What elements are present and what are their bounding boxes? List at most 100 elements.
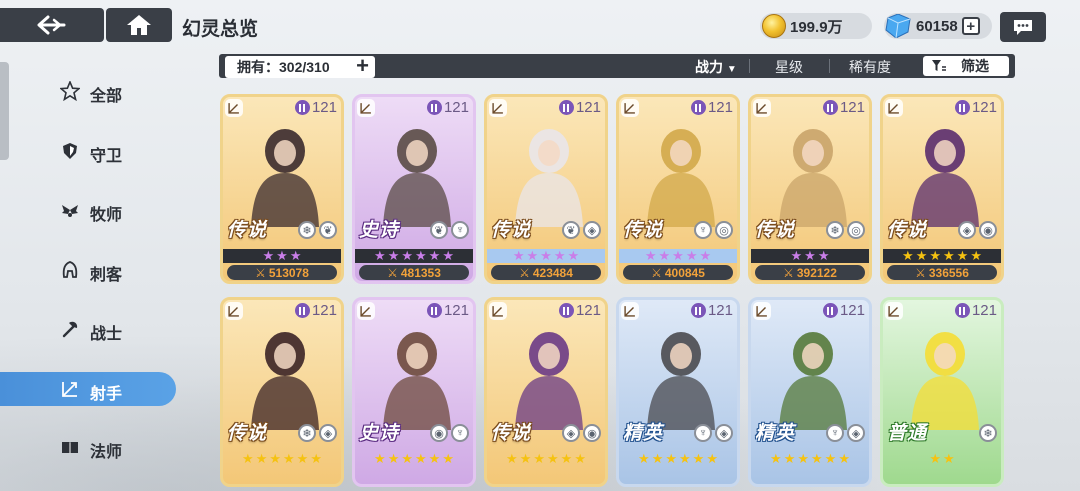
level-cap-icon xyxy=(294,303,310,318)
hero-power-value: 423484 xyxy=(532,265,573,280)
hero-level-value: 121 xyxy=(311,302,337,319)
sidebar-item-label: 守卫 xyxy=(90,148,123,165)
star-icon: ★ xyxy=(519,451,532,466)
hero-card[interactable]: 121 精英 ♆ ◈ ★ ★ ★ ★ ★ ★ xyxy=(748,297,872,487)
filter-funnel-icon xyxy=(932,60,946,71)
void-icon: ◈ xyxy=(715,424,733,442)
hero-affinity-badges: ◈ ◉ xyxy=(958,221,997,239)
hero-portrait xyxy=(759,117,867,227)
sidebar-item-priest[interactable]: 牧师 xyxy=(0,193,176,227)
spiral-icon: ◎ xyxy=(715,221,733,239)
archer-class-icon xyxy=(753,99,771,117)
hero-card[interactable]: 121 传说 ◈ ◉ ★ ★ ★ ★ ★ ★ ⚔ 336556 xyxy=(880,94,1004,284)
void-icon: ◈ xyxy=(319,424,337,442)
sort-desc-caret-icon: ▼ xyxy=(726,64,737,75)
sidebar-item-archer[interactable]: 射手 xyxy=(0,372,176,406)
hero-rarity: 传说 xyxy=(491,220,532,241)
home-button[interactable] xyxy=(106,8,172,42)
star-icon: ★ xyxy=(526,248,539,263)
hero-power-value: 481353 xyxy=(400,265,441,280)
hero-affinity-badges: ❄ ❦ xyxy=(298,221,337,239)
owned-count-text: 拥有：302/310 xyxy=(237,59,330,75)
star-icon: ★ xyxy=(824,451,837,466)
sidebar-item-all[interactable]: 全部 xyxy=(0,74,176,108)
hero-stars: ★ ★ ★ ★ ★ ★ xyxy=(619,452,737,466)
star-icon: ★ xyxy=(679,451,691,466)
star-icon: ★ xyxy=(943,248,955,263)
star-icon: ★ xyxy=(269,451,281,466)
filter-button[interactable]: 筛选 xyxy=(923,56,1009,76)
hero-card[interactable]: 121 传说 ◈ ◉ ★ ★ ★ ★ ★ ★ xyxy=(484,297,608,487)
archer-class-icon xyxy=(885,99,903,117)
filter-label: 筛选 xyxy=(961,58,989,74)
level-cap-icon xyxy=(294,100,310,115)
snow-icon: ❄ xyxy=(298,424,316,442)
leaf-icon: ❦ xyxy=(562,221,580,239)
hero-card[interactable]: 121 传说 ❄ ❦ ★ ★ ★ ⚔ 513078 xyxy=(220,94,344,284)
hero-power: ⚔ 400845 xyxy=(623,265,733,280)
sidebar-item-warrior[interactable]: 战士 xyxy=(0,312,176,346)
hero-rarity: 史诗 xyxy=(359,423,400,444)
page-title: 幻灵总览 xyxy=(182,19,259,40)
star-icon: ★ xyxy=(506,451,518,466)
hero-card[interactable]: 121 史诗 ◉ ♆ ★ ★ ★ ★ ★ ★ xyxy=(352,297,476,487)
add-gems-button[interactable]: + xyxy=(961,17,980,35)
gem-icon xyxy=(885,14,911,38)
eye-icon: ◉ xyxy=(583,424,601,442)
star-icon: ★ xyxy=(387,248,400,263)
hero-level: 121 xyxy=(558,99,601,116)
hero-level: 121 xyxy=(558,302,601,319)
hero-affinity-badges: ♆ ◈ xyxy=(694,424,733,442)
hero-level-value: 121 xyxy=(971,99,997,116)
sort-rarity-button[interactable]: 稀有度 xyxy=(849,57,891,77)
star-icon: ★ xyxy=(310,451,322,466)
hero-rarity: 普通 xyxy=(887,423,928,444)
star-icon: ★ xyxy=(387,451,400,466)
hero-rarity: 史诗 xyxy=(359,220,400,241)
owned-count[interactable]: 拥有：302/310 + xyxy=(225,55,375,78)
void-icon: ◈ xyxy=(583,221,601,239)
sidebar-item-guard[interactable]: 守卫 xyxy=(0,134,176,168)
star-icon: ★ xyxy=(665,451,677,466)
hero-card[interactable]: 121 传说 ♆ ◎ ★ ★ ★ ★ ★ ⚔ 400845 xyxy=(616,94,740,284)
star-icon: ★ xyxy=(804,248,816,263)
hero-level: 121 xyxy=(426,302,469,319)
sidebar-item-mage[interactable]: 法师 xyxy=(0,430,176,464)
hero-power-value: 513078 xyxy=(268,265,309,280)
hero-card[interactable]: 121 传说 ❄ ◈ ★ ★ ★ ★ ★ ★ xyxy=(220,297,344,487)
hero-portrait xyxy=(627,117,735,227)
star-icon: ★ xyxy=(553,248,566,263)
star-icon: ★ xyxy=(262,248,275,263)
sort-power-label: 战力 xyxy=(695,59,723,75)
expand-capacity-icon[interactable]: + xyxy=(356,55,369,77)
star-icon: ★ xyxy=(242,451,254,466)
divider xyxy=(749,59,750,73)
hero-card[interactable]: 121 史诗 ❦ ♆ ★ ★ ★ ★ ★ ★ ⚔ 481353 xyxy=(352,94,476,284)
hero-card[interactable]: 121 普通 ❄ ★ ★ xyxy=(880,297,1004,487)
hero-card[interactable]: 121 传说 ❄ ◎ ★ ★ ★ ⚔ 392122 xyxy=(748,94,872,284)
chat-button[interactable] xyxy=(1000,12,1046,42)
level-cap-icon xyxy=(954,100,970,115)
hero-card[interactable]: 121 精英 ♆ ◈ ★ ★ ★ ★ ★ ★ xyxy=(616,297,740,487)
wing-icon: ♆ xyxy=(451,221,469,239)
archer-class-icon xyxy=(225,302,243,320)
sort-star-button[interactable]: 星级 xyxy=(775,57,803,77)
level-cap-icon xyxy=(954,303,970,318)
star-icon: ★ xyxy=(547,451,559,466)
gold-amount: 199.9万 xyxy=(790,18,843,36)
hero-level-value: 121 xyxy=(707,302,733,319)
level-cap-icon xyxy=(426,100,442,115)
star-icon: ★ xyxy=(415,451,427,466)
back-button[interactable] xyxy=(0,8,104,42)
star-icon: ★ xyxy=(255,451,268,466)
sidebar-item-label: 牧师 xyxy=(90,207,123,224)
gold-coin-icon xyxy=(762,14,786,38)
hero-stars: ★ ★ ★ ★ ★ xyxy=(487,249,605,263)
hero-rarity: 传说 xyxy=(623,220,664,241)
hero-card[interactable]: 121 传说 ❦ ◈ ★ ★ ★ ★ ★ ⚔ 423484 xyxy=(484,94,608,284)
archer-class-icon xyxy=(357,302,375,320)
star-icon: ★ xyxy=(929,248,941,263)
sidebar-item-assassin[interactable]: 刺客 xyxy=(0,253,176,287)
hero-power: ⚔ 392122 xyxy=(755,265,865,280)
sort-power-button[interactable]: 战力 ▼ xyxy=(695,57,737,77)
